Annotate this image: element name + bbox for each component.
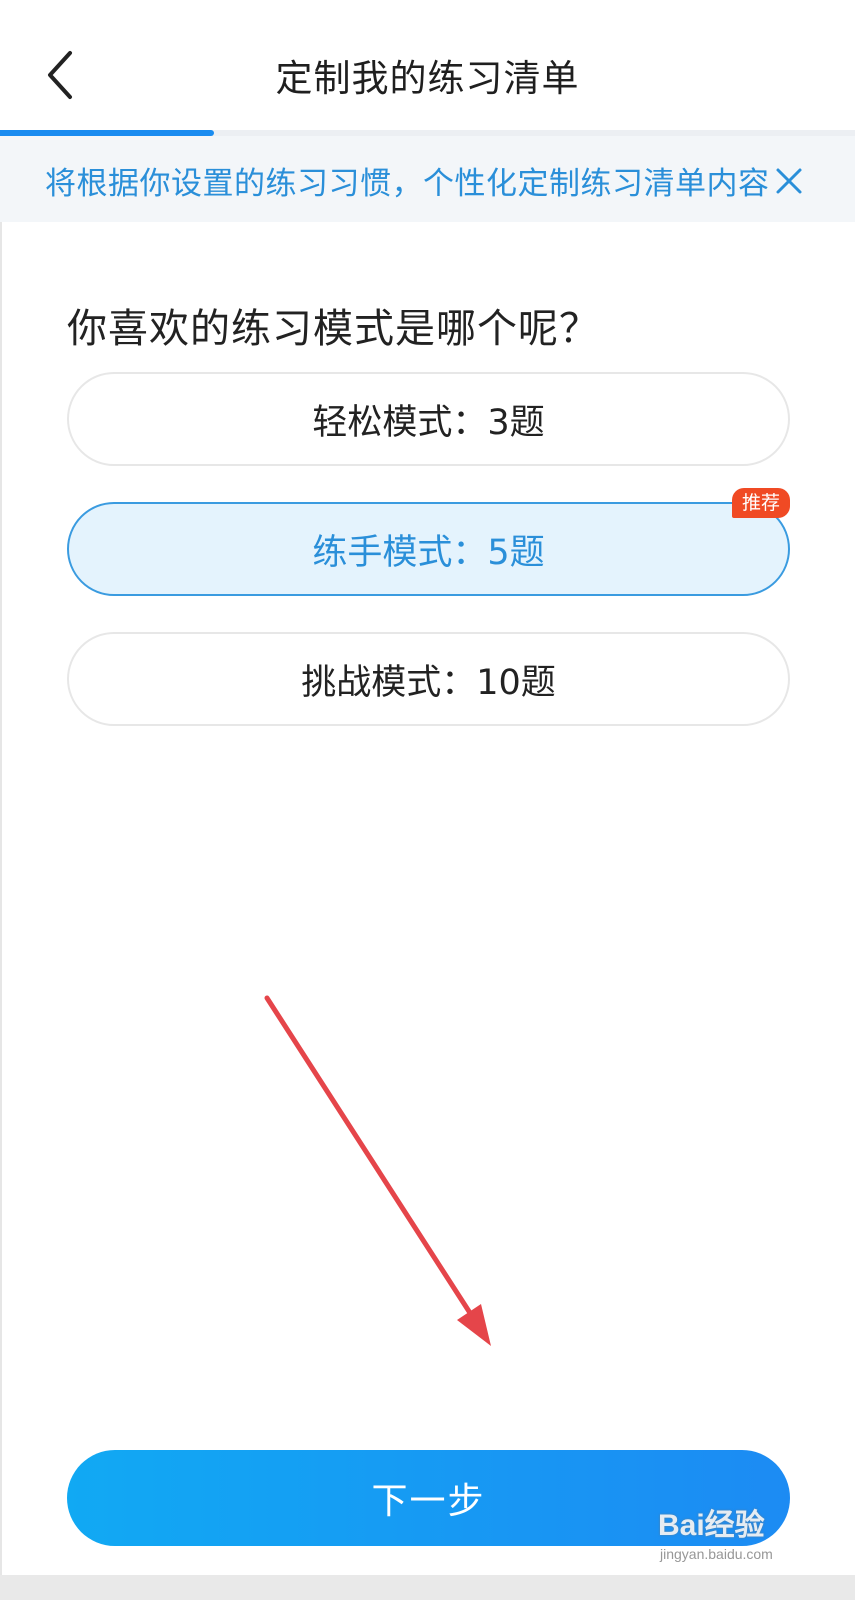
banner-close-button[interactable]	[770, 160, 810, 200]
option-label: 轻松模式：3题	[312, 402, 545, 443]
close-icon	[776, 168, 802, 194]
page-left-border	[0, 0, 2, 1600]
option-label: 练手模式：5题	[312, 532, 545, 573]
watermark-url: jingyan.baidu.com	[660, 1546, 773, 1562]
annotation-arrow-icon	[264, 995, 491, 1346]
page-title: 定制我的练习清单	[275, 57, 580, 100]
header-bar: 定制我的练习清单	[0, 0, 855, 130]
option-challenge-mode[interactable]: 挑战模式：10题	[67, 632, 790, 726]
option-practice-mode[interactable]: 练手模式：5题 推荐	[67, 488, 790, 596]
info-banner: 将根据你设置的练习习惯，个性化定制练习清单内容	[0, 136, 855, 222]
option-easy-mode[interactable]: 轻松模式：3题	[67, 372, 790, 466]
system-navigation-bar	[0, 1575, 855, 1600]
recommended-badge: 推荐	[731, 488, 790, 518]
next-step-label: 下一步	[371, 1481, 486, 1522]
option-label: 挑战模式：10题	[301, 662, 556, 703]
question-title: 你喜欢的练习模式是哪个呢？	[67, 306, 600, 352]
banner-text: 将根据你设置的练习习惯，个性化定制练习清单内容	[45, 166, 770, 202]
next-step-button[interactable]: 下一步	[67, 1450, 790, 1546]
